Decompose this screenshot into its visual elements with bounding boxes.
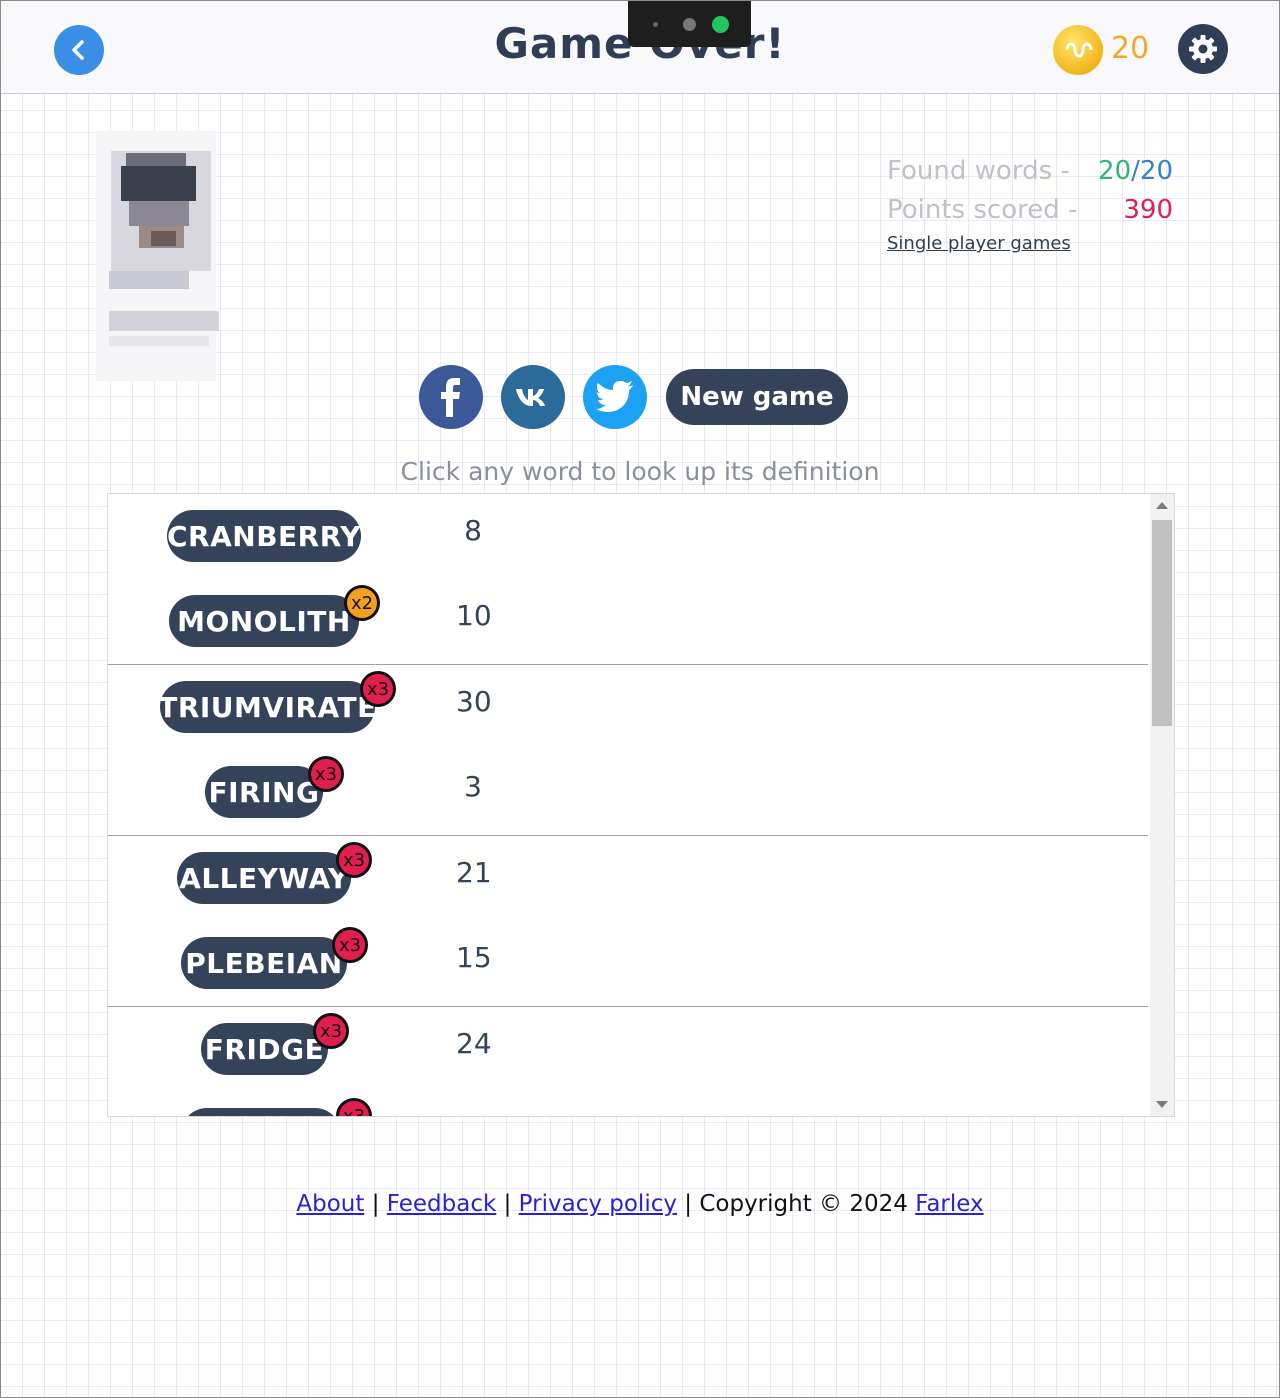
list-item[interactable]: TRIUMVIRATE x3 30 — [108, 665, 1148, 751]
single-player-games-link[interactable]: Single player games — [887, 233, 1071, 254]
gear-icon — [1189, 35, 1217, 63]
new-game-button[interactable]: New game — [666, 369, 848, 425]
multiplier-badge: x3 — [332, 927, 368, 963]
word-score: 15 — [456, 941, 492, 974]
found-words-row: Found words - 20/20 — [887, 156, 1177, 195]
list-item[interactable]: ALLEYWAY x3 21 — [108, 836, 1148, 922]
facebook-icon — [441, 378, 460, 417]
word-button[interactable] — [181, 1108, 341, 1116]
multiplier-badge: x2 — [344, 585, 380, 621]
coin-icon — [1053, 25, 1103, 75]
word-button[interactable]: ALLEYWAY — [177, 852, 351, 904]
points-row: Points scored - 390 — [887, 195, 1177, 234]
list-item[interactable]: MONOLITH x2 10 — [108, 579, 1148, 665]
camera-active-icon — [712, 16, 729, 33]
footer-separator: | — [371, 1191, 380, 1217]
footer-separator: | — [684, 1191, 693, 1217]
multiplier-badge: x3 — [308, 756, 344, 792]
found-words-label: Found words - — [887, 156, 1070, 186]
word-score: 8 — [464, 514, 482, 547]
list-scrollbar[interactable] — [1150, 494, 1174, 1116]
multiplier-badge: x3 — [360, 671, 396, 707]
twitter-icon — [596, 381, 633, 412]
scroll-thumb[interactable] — [1152, 520, 1172, 726]
twitter-share-button[interactable] — [583, 365, 647, 429]
found-total: 20 — [1139, 156, 1173, 186]
scroll-up-icon[interactable] — [1156, 502, 1168, 509]
list-item[interactable]: FIRING x3 3 — [108, 750, 1148, 836]
camera-indicator — [628, 1, 751, 47]
found-separator: / — [1131, 156, 1140, 186]
vk-icon — [516, 389, 545, 406]
found-count: 20 — [1098, 156, 1132, 186]
vk-share-button[interactable] — [501, 365, 565, 429]
list-item[interactable]: CRANBERRY 8 — [108, 494, 1148, 580]
list-item[interactable]: x3 — [108, 1092, 1148, 1116]
found-words-value: 20/20 — [1098, 156, 1173, 186]
points-value: 390 — [1123, 195, 1173, 225]
settings-button[interactable] — [1178, 24, 1228, 74]
avatar — [81, 121, 251, 391]
facebook-share-button[interactable] — [419, 365, 483, 429]
copyright-text: Copyright © 2024 — [699, 1191, 908, 1217]
farlex-link[interactable]: Farlex — [915, 1191, 983, 1217]
footer: About | Feedback | Privacy policy | Copy… — [1, 1191, 1279, 1217]
multiplier-badge: x3 — [313, 1013, 349, 1049]
multiplier-badge: x3 — [336, 842, 372, 878]
found-words-list[interactable]: CRANBERRY 8 MONOLITH x2 10 TRIUMVIRATE x… — [107, 493, 1175, 1117]
footer-separator: | — [503, 1191, 512, 1217]
word-button[interactable]: TRIUMVIRATE — [158, 681, 376, 733]
indicator-dot-icon — [683, 18, 696, 31]
about-link[interactable]: About — [296, 1191, 364, 1217]
word-button[interactable]: FRIDGE — [201, 1023, 328, 1075]
list-item[interactable]: PLEBEIAN x3 15 — [108, 921, 1148, 1007]
game-stats: Found words - 20/20 Points scored - 390 — [887, 156, 1177, 234]
coin-count: 20 — [1111, 31, 1150, 66]
lookup-hint: Click any word to look up its definition — [400, 457, 880, 486]
word-button[interactable]: FIRING — [205, 766, 323, 818]
multiplier-badge: x3 — [336, 1098, 372, 1116]
coin-symbol-icon — [1065, 42, 1093, 58]
word-score: 10 — [456, 599, 492, 632]
points-label: Points scored - — [887, 195, 1078, 225]
feedback-link[interactable]: Feedback — [387, 1191, 497, 1217]
word-score: 30 — [456, 685, 492, 718]
word-score: 24 — [456, 1027, 492, 1060]
indicator-dot-icon — [653, 22, 658, 27]
word-score: 3 — [464, 770, 482, 803]
privacy-policy-link[interactable]: Privacy policy — [519, 1191, 677, 1217]
word-score: 21 — [456, 856, 492, 889]
word-button[interactable]: MONOLITH — [169, 595, 359, 647]
word-button[interactable]: CRANBERRY — [167, 510, 361, 562]
list-item[interactable]: FRIDGE x3 24 — [108, 1007, 1148, 1093]
scroll-down-icon[interactable] — [1156, 1101, 1168, 1108]
word-button[interactable]: PLEBEIAN — [181, 937, 347, 989]
avatar-image — [96, 131, 219, 381]
